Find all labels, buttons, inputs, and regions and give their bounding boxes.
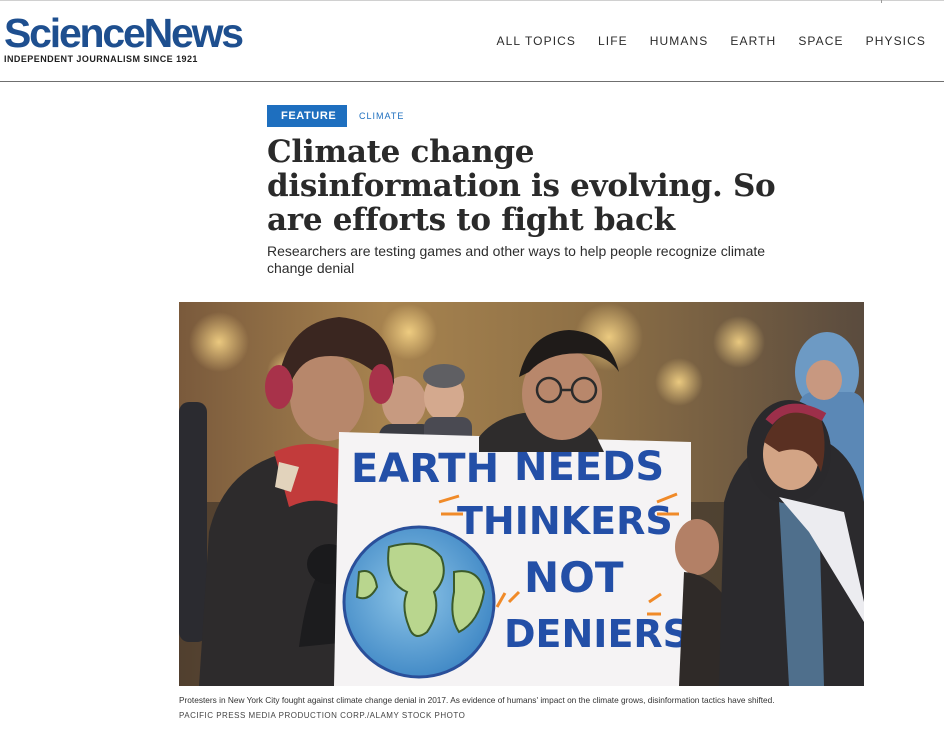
main-nav: ALL TOPICS LIFE HUMANS EARTH SPACE PHYSI…	[497, 34, 926, 48]
article-header: FEATURE CLIMATE Climate change disinform…	[267, 105, 787, 277]
protest-photo: EARTH NEEDS THINKERS NOT DENIERS	[179, 302, 864, 686]
nav-all-topics[interactable]: ALL TOPICS	[497, 34, 576, 48]
sign-line-thinkers: THINKERS	[457, 499, 673, 543]
sign-line-deniers: DENIERS	[504, 612, 690, 656]
site-header: ScienceNews INDEPENDENT JOURNALISM SINCE…	[0, 1, 944, 82]
feature-badge[interactable]: FEATURE	[267, 105, 347, 127]
topic-link-climate[interactable]: CLIMATE	[359, 111, 404, 121]
image-credit: PACIFIC PRESS MEDIA PRODUCTION CORP./ALA…	[179, 711, 466, 720]
article-headline: Climate change disinformation is evolvin…	[267, 134, 776, 238]
article-dek: Researchers are testing games and other …	[267, 243, 766, 276]
logo-wordmark: ScienceNews	[4, 10, 244, 56]
article-tags: FEATURE CLIMATE	[267, 105, 787, 127]
site-logo[interactable]: ScienceNews INDEPENDENT JOURNALISM SINCE…	[4, 10, 244, 65]
nav-earth[interactable]: EARTH	[730, 34, 776, 48]
nav-physics[interactable]: PHYSICS	[866, 34, 926, 48]
nav-life[interactable]: LIFE	[598, 34, 628, 48]
nav-humans[interactable]: HUMANS	[650, 34, 709, 48]
page: ScienceNews INDEPENDENT JOURNALISM SINCE…	[0, 0, 944, 731]
image-caption: Protesters in New York City fought again…	[179, 695, 775, 705]
nav-space[interactable]: SPACE	[798, 34, 843, 48]
sign-line-not: NOT	[524, 553, 624, 602]
hero-image: EARTH NEEDS THINKERS NOT DENIERS	[179, 302, 864, 686]
sign-line-earth: EARTH	[351, 446, 499, 492]
